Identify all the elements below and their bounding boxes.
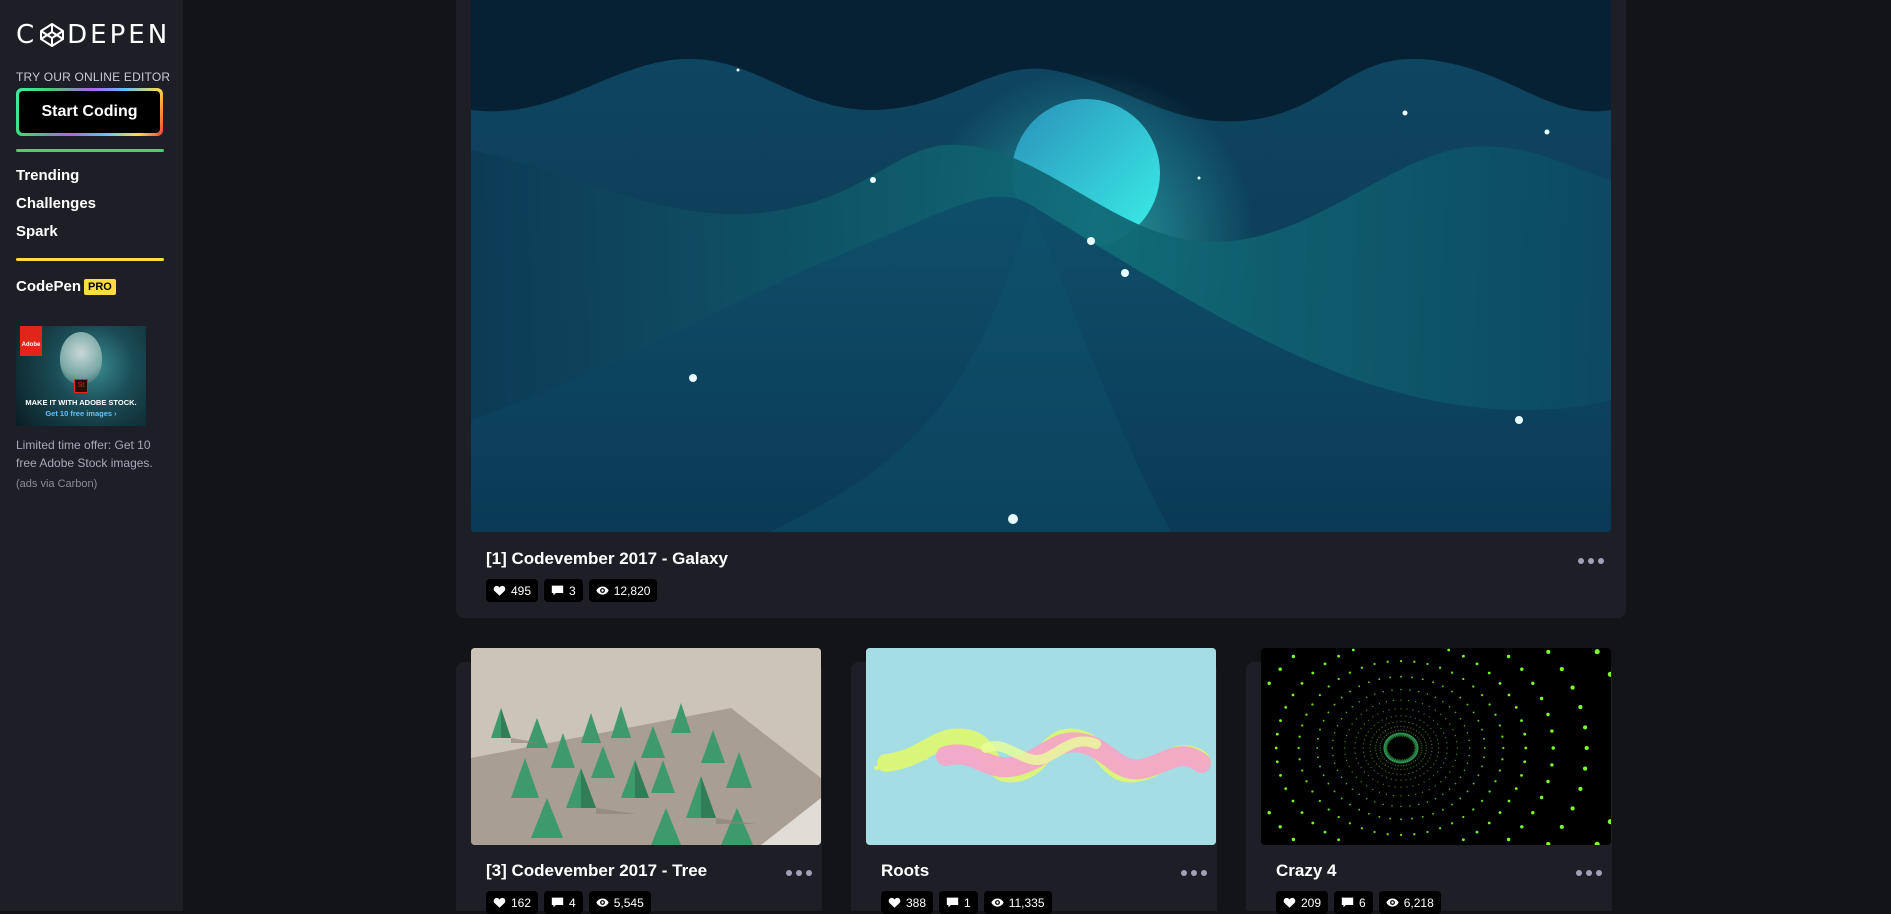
like-count: 209 [1301, 895, 1322, 910]
featured-pen-preview[interactable] [471, 0, 1611, 532]
sidebar-item-spark[interactable]: Spark [16, 223, 96, 251]
comment-button[interactable]: 3 [544, 579, 583, 602]
ad-model-portrait [60, 332, 102, 384]
pen-card: Crazy 4 209 6 6,218 [1246, 648, 1612, 914]
heart-icon [888, 897, 901, 908]
start-coding-label: Start Coding [19, 91, 160, 133]
adobe-logo-icon: Adobe [20, 326, 42, 356]
pen-preview[interactable] [471, 648, 821, 845]
ad-via-carbon[interactable]: (ads via Carbon) [16, 478, 97, 490]
like-count: 162 [511, 895, 532, 910]
start-coding-button[interactable]: Start Coding [16, 88, 163, 136]
featured-pen-title[interactable]: [1] Codevember 2017 - Galaxy [486, 549, 728, 569]
codepen-cube-icon [40, 23, 65, 47]
try-editor-label: TRY OUR ONLINE EDITOR [16, 70, 171, 84]
sidebar: C DEPEN TRY OUR ONLINE EDITOR Start Codi… [0, 0, 183, 911]
featured-pen-stats: 495 3 12,820 [486, 579, 658, 602]
comment-icon [946, 897, 959, 908]
pen-title[interactable]: Roots [881, 861, 929, 881]
green-dot-tunnel-illustration [1261, 648, 1611, 845]
comment-count: 4 [569, 895, 576, 910]
twisted-helix-illustration [866, 648, 1216, 845]
pen-card: Roots 388 1 11,335 [851, 648, 1217, 914]
ad-image[interactable]: Adobe St MAKE IT WITH ADOBE STOCK. Get 1… [16, 326, 146, 426]
pen-card: [3] Codevember 2017 - Tree 162 4 5,545 [456, 648, 822, 914]
divider-yellow [16, 258, 164, 261]
low-poly-forest-illustration [471, 648, 821, 845]
view-count: 5,545 [613, 895, 644, 910]
eye-icon [991, 898, 1004, 907]
pen-preview[interactable] [1261, 648, 1611, 845]
codepen-pro-name: CodePen [16, 278, 82, 295]
pen-title[interactable]: Crazy 4 [1276, 861, 1336, 881]
sidebar-item-challenges[interactable]: Challenges [16, 195, 96, 223]
eye-icon [596, 898, 609, 907]
ad-headline: MAKE IT WITH ADOBE STOCK. [25, 398, 137, 407]
comment-icon [551, 585, 564, 596]
comment-icon [1341, 897, 1354, 908]
ad-description[interactable]: Limited time offer: Get 10 free Adobe St… [16, 436, 166, 472]
codepen-logo[interactable]: C DEPEN [16, 20, 170, 50]
more-dots-icon[interactable] [786, 868, 812, 878]
eye-icon [596, 586, 609, 595]
galaxy-dunes-illustration [471, 0, 1611, 532]
pen-title[interactable]: [3] Codevember 2017 - Tree [486, 861, 707, 881]
like-count: 388 [906, 895, 927, 910]
adobe-stock-icon: St [74, 379, 88, 393]
divider-green [16, 149, 164, 152]
featured-pen-card: [1] Codevember 2017 - Galaxy 495 3 12,82… [456, 0, 1626, 618]
heart-icon [1283, 897, 1296, 908]
comment-count: 1 [964, 895, 971, 910]
comment-count: 6 [1359, 895, 1366, 910]
more-dots-icon[interactable] [1181, 868, 1207, 878]
sidebar-item-trending[interactable]: Trending [16, 167, 96, 195]
ad-cta: Get 10 free images › [45, 409, 117, 418]
heart-icon [493, 585, 506, 596]
view-count: 11,335 [1008, 895, 1045, 910]
view-count: 12,820 [613, 583, 651, 598]
like-button[interactable]: 495 [486, 579, 539, 602]
heart-icon [493, 897, 506, 908]
sidebar-nav: Trending Challenges Spark [16, 167, 96, 251]
view-count: 6,218 [1403, 895, 1434, 910]
comment-count: 3 [569, 583, 576, 598]
pen-preview[interactable] [866, 648, 1216, 845]
comment-icon [551, 897, 564, 908]
codepen-pro-link[interactable]: CodePen PRO [16, 278, 116, 295]
view-button[interactable]: 12,820 [588, 579, 658, 602]
like-count: 495 [511, 583, 532, 598]
eye-icon [1386, 898, 1399, 907]
more-dots-icon[interactable] [1578, 556, 1604, 566]
more-dots-icon[interactable] [1576, 868, 1602, 878]
pro-badge: PRO [84, 278, 116, 295]
